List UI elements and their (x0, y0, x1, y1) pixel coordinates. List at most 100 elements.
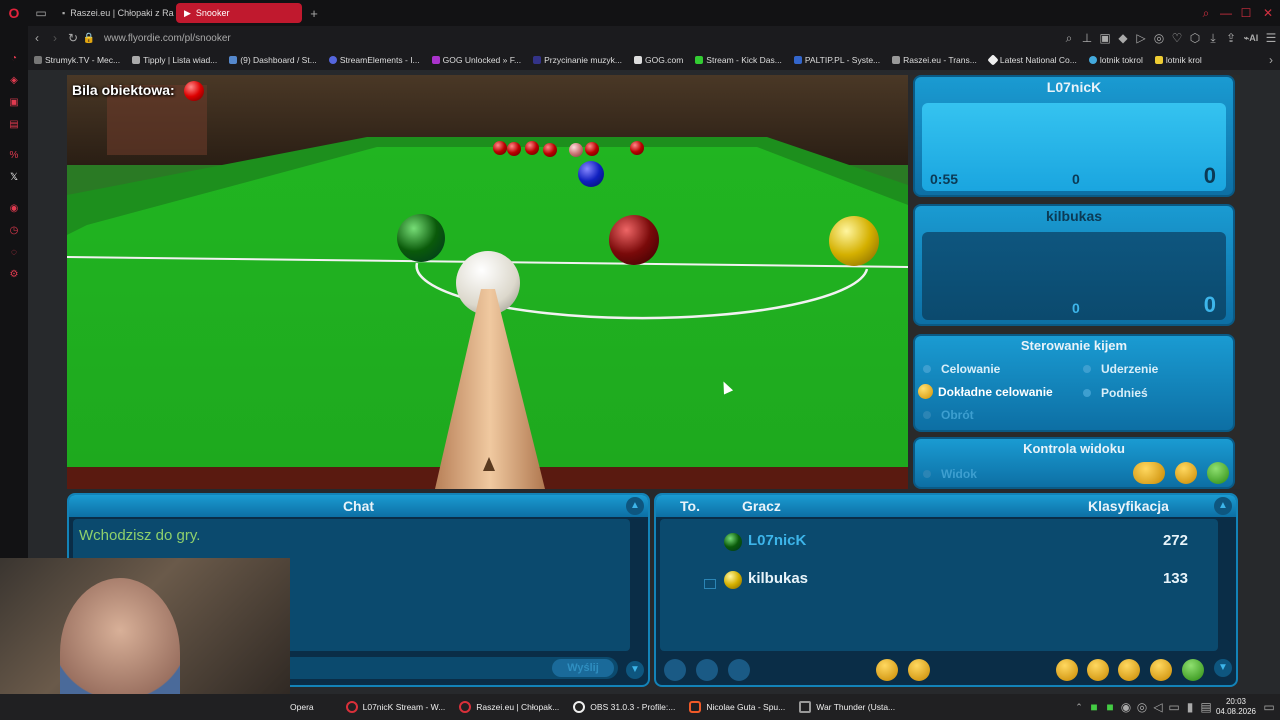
chat-scroll-down-icon[interactable]: ▼ (626, 661, 644, 679)
player1-scorebox: 0:55 0 0 (922, 103, 1226, 191)
back-icon[interactable]: ‹ (28, 31, 46, 45)
snapshot-icon[interactable]: ▣ (1096, 31, 1114, 45)
notifications-icon[interactable]: ▭ (1258, 700, 1280, 714)
bookmark-item[interactable]: PALTIP.PL - Syste... (793, 55, 880, 65)
heart-icon[interactable]: ♡ (1168, 31, 1186, 45)
clock[interactable]: 20:03 04.08.2026 (1214, 697, 1258, 717)
bookmark-label: Latest National Co... (999, 55, 1077, 65)
option-spin[interactable]: Obrót (923, 408, 974, 422)
player1-name: L07nicK (1046, 79, 1102, 95)
chat-scroll-up-icon[interactable]: ▲ (626, 497, 644, 515)
microphone-icon[interactable]: ▮ (1182, 700, 1198, 714)
x-icon[interactable]: 𝕏 (8, 172, 20, 184)
ai-icon[interactable]: ⌁AI (1240, 33, 1262, 44)
bookmark-item[interactable]: StreamElements - I... (328, 55, 420, 65)
bookmark-item[interactable]: Strumyk.TV - Mec... (34, 55, 120, 65)
bookmark-item[interactable]: GOG Unlocked » F... (431, 55, 521, 65)
sound-icon[interactable] (908, 659, 930, 681)
share-icon[interactable]: ⇪ (1222, 31, 1240, 45)
settings-gear-icon[interactable] (876, 659, 898, 681)
bookmark-item[interactable]: lotnik krol (1154, 55, 1202, 65)
easy-setup-icon[interactable]: ☰ (1262, 31, 1280, 45)
instagram-icon[interactable]: ▣ (8, 97, 20, 109)
volume-icon[interactable]: ◁ (1150, 700, 1166, 714)
bookmark-item[interactable]: Raszei.eu - Trans... (892, 55, 977, 65)
snooker-table-view[interactable]: Bila obiektowa: (67, 75, 908, 489)
taskbar-item[interactable]: Nicolae Guta - Spu... (689, 701, 785, 713)
extensions-icon[interactable]: ⬡ (1186, 31, 1204, 45)
tray-chevron-icon[interactable]: ⌃ (1072, 702, 1086, 713)
players-scroll-up-icon[interactable]: ▲ (1214, 497, 1232, 515)
players-scroll-down-icon[interactable]: ▼ (1214, 659, 1232, 677)
tray-app-icon[interactable]: ◉ (1118, 700, 1134, 714)
speed-dial-icon[interactable]: ◔ (8, 53, 20, 65)
info-icon[interactable] (728, 659, 750, 681)
cue-stick[interactable] (67, 75, 908, 489)
play-icon[interactable]: ▷ (1132, 31, 1150, 45)
taskbar-item[interactable]: L07nicK Stream - W... (345, 701, 445, 713)
percent-icon[interactable]: % (8, 150, 20, 162)
bookmark-item[interactable]: GOG.com (634, 55, 683, 65)
rotate-view-button[interactable] (1175, 462, 1197, 484)
tab-snooker[interactable]: ▶ Snooker (176, 3, 302, 23)
bulb-icon[interactable]: ◌ (8, 247, 20, 259)
minimize-icon[interactable]: — (1216, 6, 1236, 20)
pin-icon[interactable]: ⊥ (1078, 31, 1096, 45)
new-tab-icon[interactable]: + (304, 6, 324, 21)
option-fine-aim[interactable]: Dokładne celowanie (918, 384, 1053, 399)
send-button[interactable]: Wyślij (552, 659, 614, 677)
bookmark-item[interactable]: Tipply | Lista wiad... (132, 55, 217, 65)
network-icon[interactable]: ▭ (1166, 700, 1182, 714)
tab-raszei[interactable]: ▪ Raszei.eu | Chłopaki z Ras... (54, 3, 174, 23)
bookmark-item[interactable]: Przycinanie muzyk... (533, 55, 622, 65)
option-aim[interactable]: Celowanie (923, 362, 1000, 376)
close-window-icon[interactable]: ✕ (1256, 6, 1280, 20)
zoom-icon[interactable]: ⌕ (1060, 31, 1078, 46)
bookmark-item[interactable]: Stream - Kick Das... (695, 55, 782, 65)
news-icon[interactable]: ▤ (8, 119, 20, 131)
right-panel: L07nicK 0:55 0 0 kilbukas 0 0 Sterowanie… (910, 75, 1240, 489)
tab-menu-icon[interactable]: ▭ (28, 6, 54, 20)
forward-icon[interactable]: › (46, 31, 64, 45)
player-icon[interactable]: ◉ (8, 203, 20, 215)
shield-icon[interactable]: ◆ (1114, 31, 1132, 45)
keyboard-icon[interactable]: ▤ (1198, 700, 1214, 714)
bookmark-item[interactable]: lotnik tokrol (1088, 55, 1143, 65)
chat-bubble-icon[interactable] (1118, 659, 1140, 681)
reload-icon[interactable]: ↻ (64, 31, 82, 45)
messenger-icon[interactable]: ◈ (8, 75, 20, 87)
option-lift[interactable]: Podnieś (1083, 386, 1148, 400)
option-strike[interactable]: Uderzenie (1083, 362, 1158, 376)
downloads-icon[interactable]: ⤓ (1204, 31, 1222, 46)
wallet-icon[interactable]: ◎ (1150, 31, 1168, 45)
green-ball-icon (724, 533, 742, 551)
option-spin-label: Obrót (941, 408, 974, 422)
profile-icon[interactable] (696, 659, 718, 681)
help-icon[interactable] (1150, 659, 1172, 681)
tray-app-icon[interactable]: ◎ (1134, 700, 1150, 714)
zoom-view-button[interactable] (1133, 462, 1165, 484)
settings-icon[interactable]: ⚙ (8, 269, 20, 281)
option-view[interactable]: Widok (923, 467, 977, 481)
bookmark-item[interactable]: Latest National Co... (987, 54, 1077, 66)
maximize-icon[interactable]: ☐ (1236, 6, 1256, 20)
search-tabs-icon[interactable]: ⌕ (1196, 6, 1216, 21)
tray-app-icon[interactable]: ■ (1102, 700, 1118, 714)
taskbar-item[interactable]: OBS 31.0.3 - Profile:... (573, 701, 675, 713)
taskbar-item[interactable]: Opera (290, 702, 314, 712)
block-icon[interactable] (664, 659, 686, 681)
table-row[interactable]: L07nicK 272 (660, 527, 1218, 555)
history-icon[interactable]: ◷ (8, 225, 20, 237)
top-view-button[interactable] (1207, 462, 1229, 484)
tray-app-icon[interactable]: ■ (1086, 700, 1102, 714)
bookmarks-more-icon[interactable]: › (1262, 53, 1280, 67)
taskbar-item[interactable]: Raszei.eu | Chłopak... (459, 701, 559, 713)
trophy-icon[interactable] (1087, 659, 1109, 681)
bookmark-item[interactable]: (9) Dashboard / St... (229, 55, 317, 65)
url-field[interactable]: www.flyordie.com/pl/snooker (104, 33, 231, 44)
table-row[interactable]: kilbukas 133 (660, 565, 1218, 593)
taskbar-item[interactable]: War Thunder (Usta... (799, 701, 895, 713)
exit-icon[interactable] (1182, 659, 1204, 681)
ranking-icon[interactable] (1056, 659, 1078, 681)
opera-logo-icon[interactable]: O (0, 5, 28, 21)
